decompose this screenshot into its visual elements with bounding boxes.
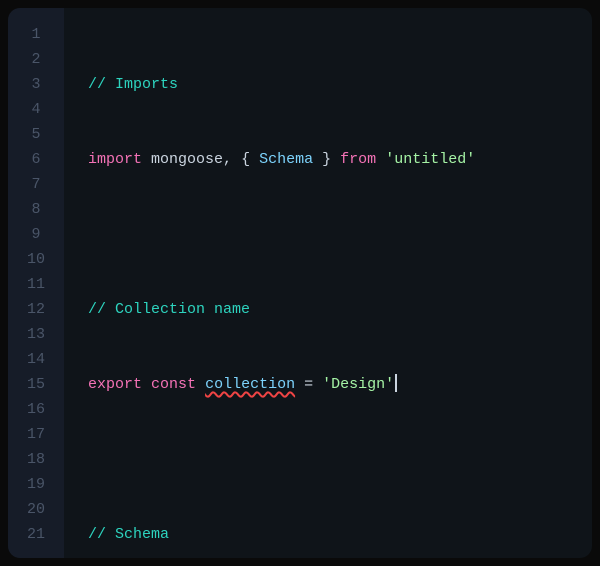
keyword-token: export — [88, 376, 142, 393]
type-token: Schema — [259, 151, 313, 168]
punct-token: { — [241, 151, 250, 168]
line-number: 16 — [8, 397, 64, 422]
line-number: 9 — [8, 222, 64, 247]
line-number: 13 — [8, 322, 64, 347]
code-line[interactable]: // Schema — [88, 522, 592, 547]
keyword-token: from — [340, 151, 376, 168]
code-line[interactable]: import mongoose, { Schema } from 'untitl… — [88, 147, 592, 172]
punct-token: , — [223, 151, 232, 168]
code-area[interactable]: // Imports import mongoose, { Schema } f… — [64, 8, 592, 558]
code-editor[interactable]: 1 2 3 4 5 6 7 8 9 10 11 12 13 14 15 16 1… — [8, 8, 592, 558]
punct-token: } — [322, 151, 331, 168]
code-line[interactable]: export const collection = 'Design' — [88, 372, 592, 397]
code-line[interactable] — [88, 222, 592, 247]
line-number: 20 — [8, 497, 64, 522]
line-number: 8 — [8, 197, 64, 222]
line-number: 6 — [8, 147, 64, 172]
line-number: 7 — [8, 172, 64, 197]
keyword-token: const — [151, 376, 196, 393]
line-number: 12 — [8, 297, 64, 322]
line-number: 1 — [8, 22, 64, 47]
identifier-token: mongoose — [151, 151, 223, 168]
operator-token: = — [304, 376, 313, 393]
code-line[interactable]: // Imports — [88, 72, 592, 97]
keyword-token: import — [88, 151, 142, 168]
text-cursor — [395, 374, 397, 392]
comment-token: // Collection name — [88, 301, 250, 318]
line-number: 11 — [8, 272, 64, 297]
line-number: 17 — [8, 422, 64, 447]
code-line[interactable] — [88, 447, 592, 472]
comment-token: // Schema — [88, 526, 169, 543]
string-token: 'untitled' — [385, 151, 475, 168]
line-number: 18 — [8, 447, 64, 472]
line-number: 4 — [8, 97, 64, 122]
line-number: 21 — [8, 522, 64, 547]
identifier-token-error: collection — [205, 376, 295, 393]
line-number: 2 — [8, 47, 64, 72]
line-number: 5 — [8, 122, 64, 147]
code-line[interactable]: // Collection name — [88, 297, 592, 322]
line-number: 19 — [8, 472, 64, 497]
line-number: 10 — [8, 247, 64, 272]
line-number: 3 — [8, 72, 64, 97]
string-token: 'Design' — [322, 376, 394, 393]
comment-token: // Imports — [88, 76, 178, 93]
line-number-gutter: 1 2 3 4 5 6 7 8 9 10 11 12 13 14 15 16 1… — [8, 8, 64, 558]
line-number: 14 — [8, 347, 64, 372]
line-number: 15 — [8, 372, 64, 397]
